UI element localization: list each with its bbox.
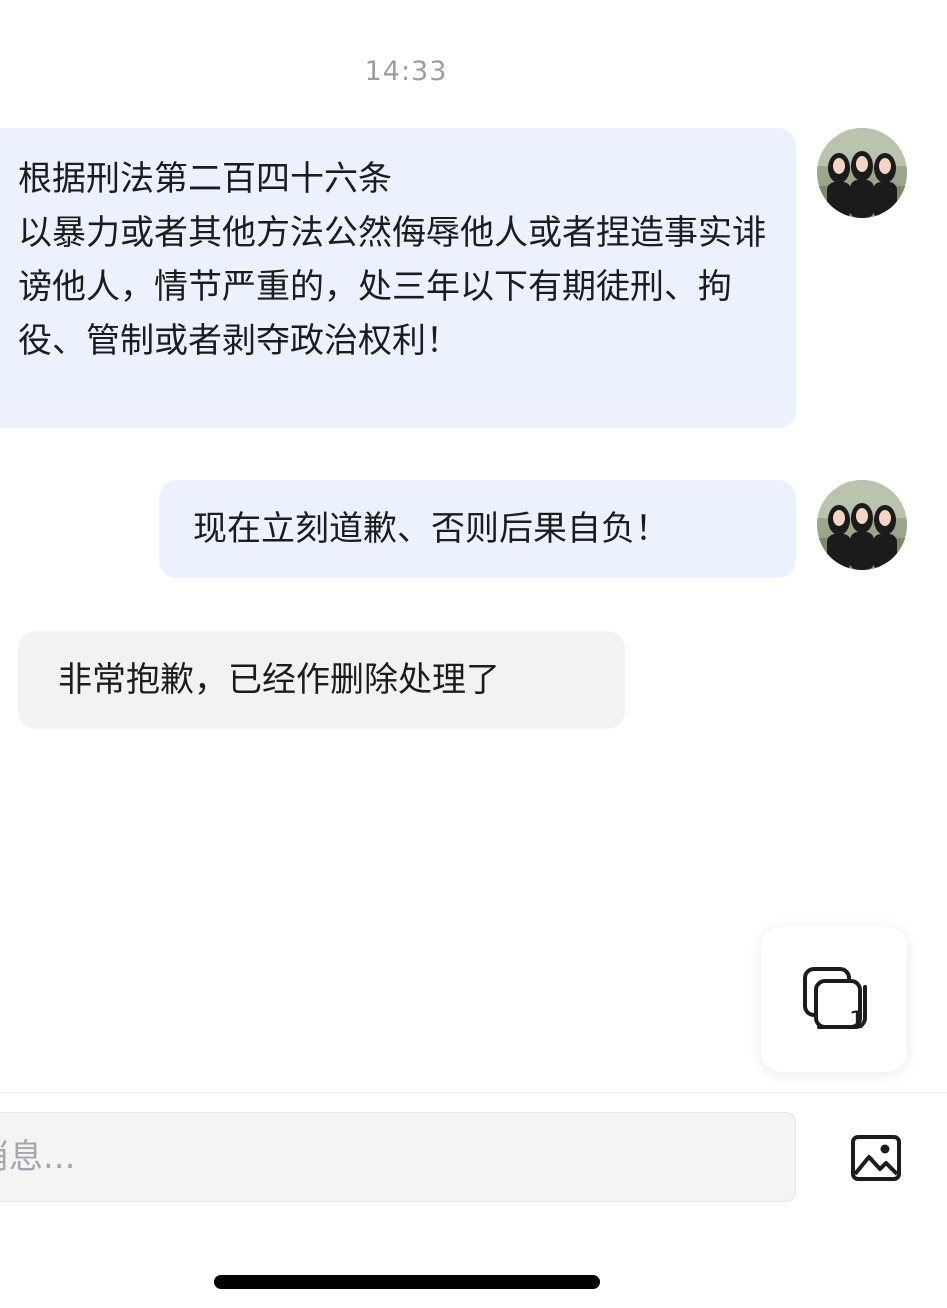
outgoing-message-bubble[interactable]: 现在立刻道歉、否则后果自负！ [159,480,796,578]
window-count-badge: 1 [849,1006,865,1034]
message-timestamp: 14:33 [364,56,448,87]
home-indicator[interactable] [214,1275,600,1289]
message-input[interactable]: 消息... [0,1112,796,1202]
composer-divider [0,1092,947,1093]
incoming-message-bubble[interactable]: 非常抱歉，已经作删除处理了 [18,631,625,729]
floating-windows-button[interactable] [761,927,907,1072]
outgoing-message-bubble[interactable]: 根据刑法第二百四十六条 以暴力或者其他方法公然侮辱他人或者捏造事实诽谤他人，情节… [0,128,796,428]
stacked-windows-icon [803,967,867,1029]
sender-avatar[interactable] [817,480,907,570]
sender-avatar[interactable] [817,128,907,218]
avatar-photo-icon [817,480,907,570]
chat-screen: 14:33 根据刑法第二百四十六条 以暴力或者其他方法公然侮辱他人或者捏造事实诽… [0,0,947,1308]
image-icon [851,1135,901,1181]
image-picker-button[interactable] [850,1134,902,1182]
avatar-photo-icon [817,128,907,218]
